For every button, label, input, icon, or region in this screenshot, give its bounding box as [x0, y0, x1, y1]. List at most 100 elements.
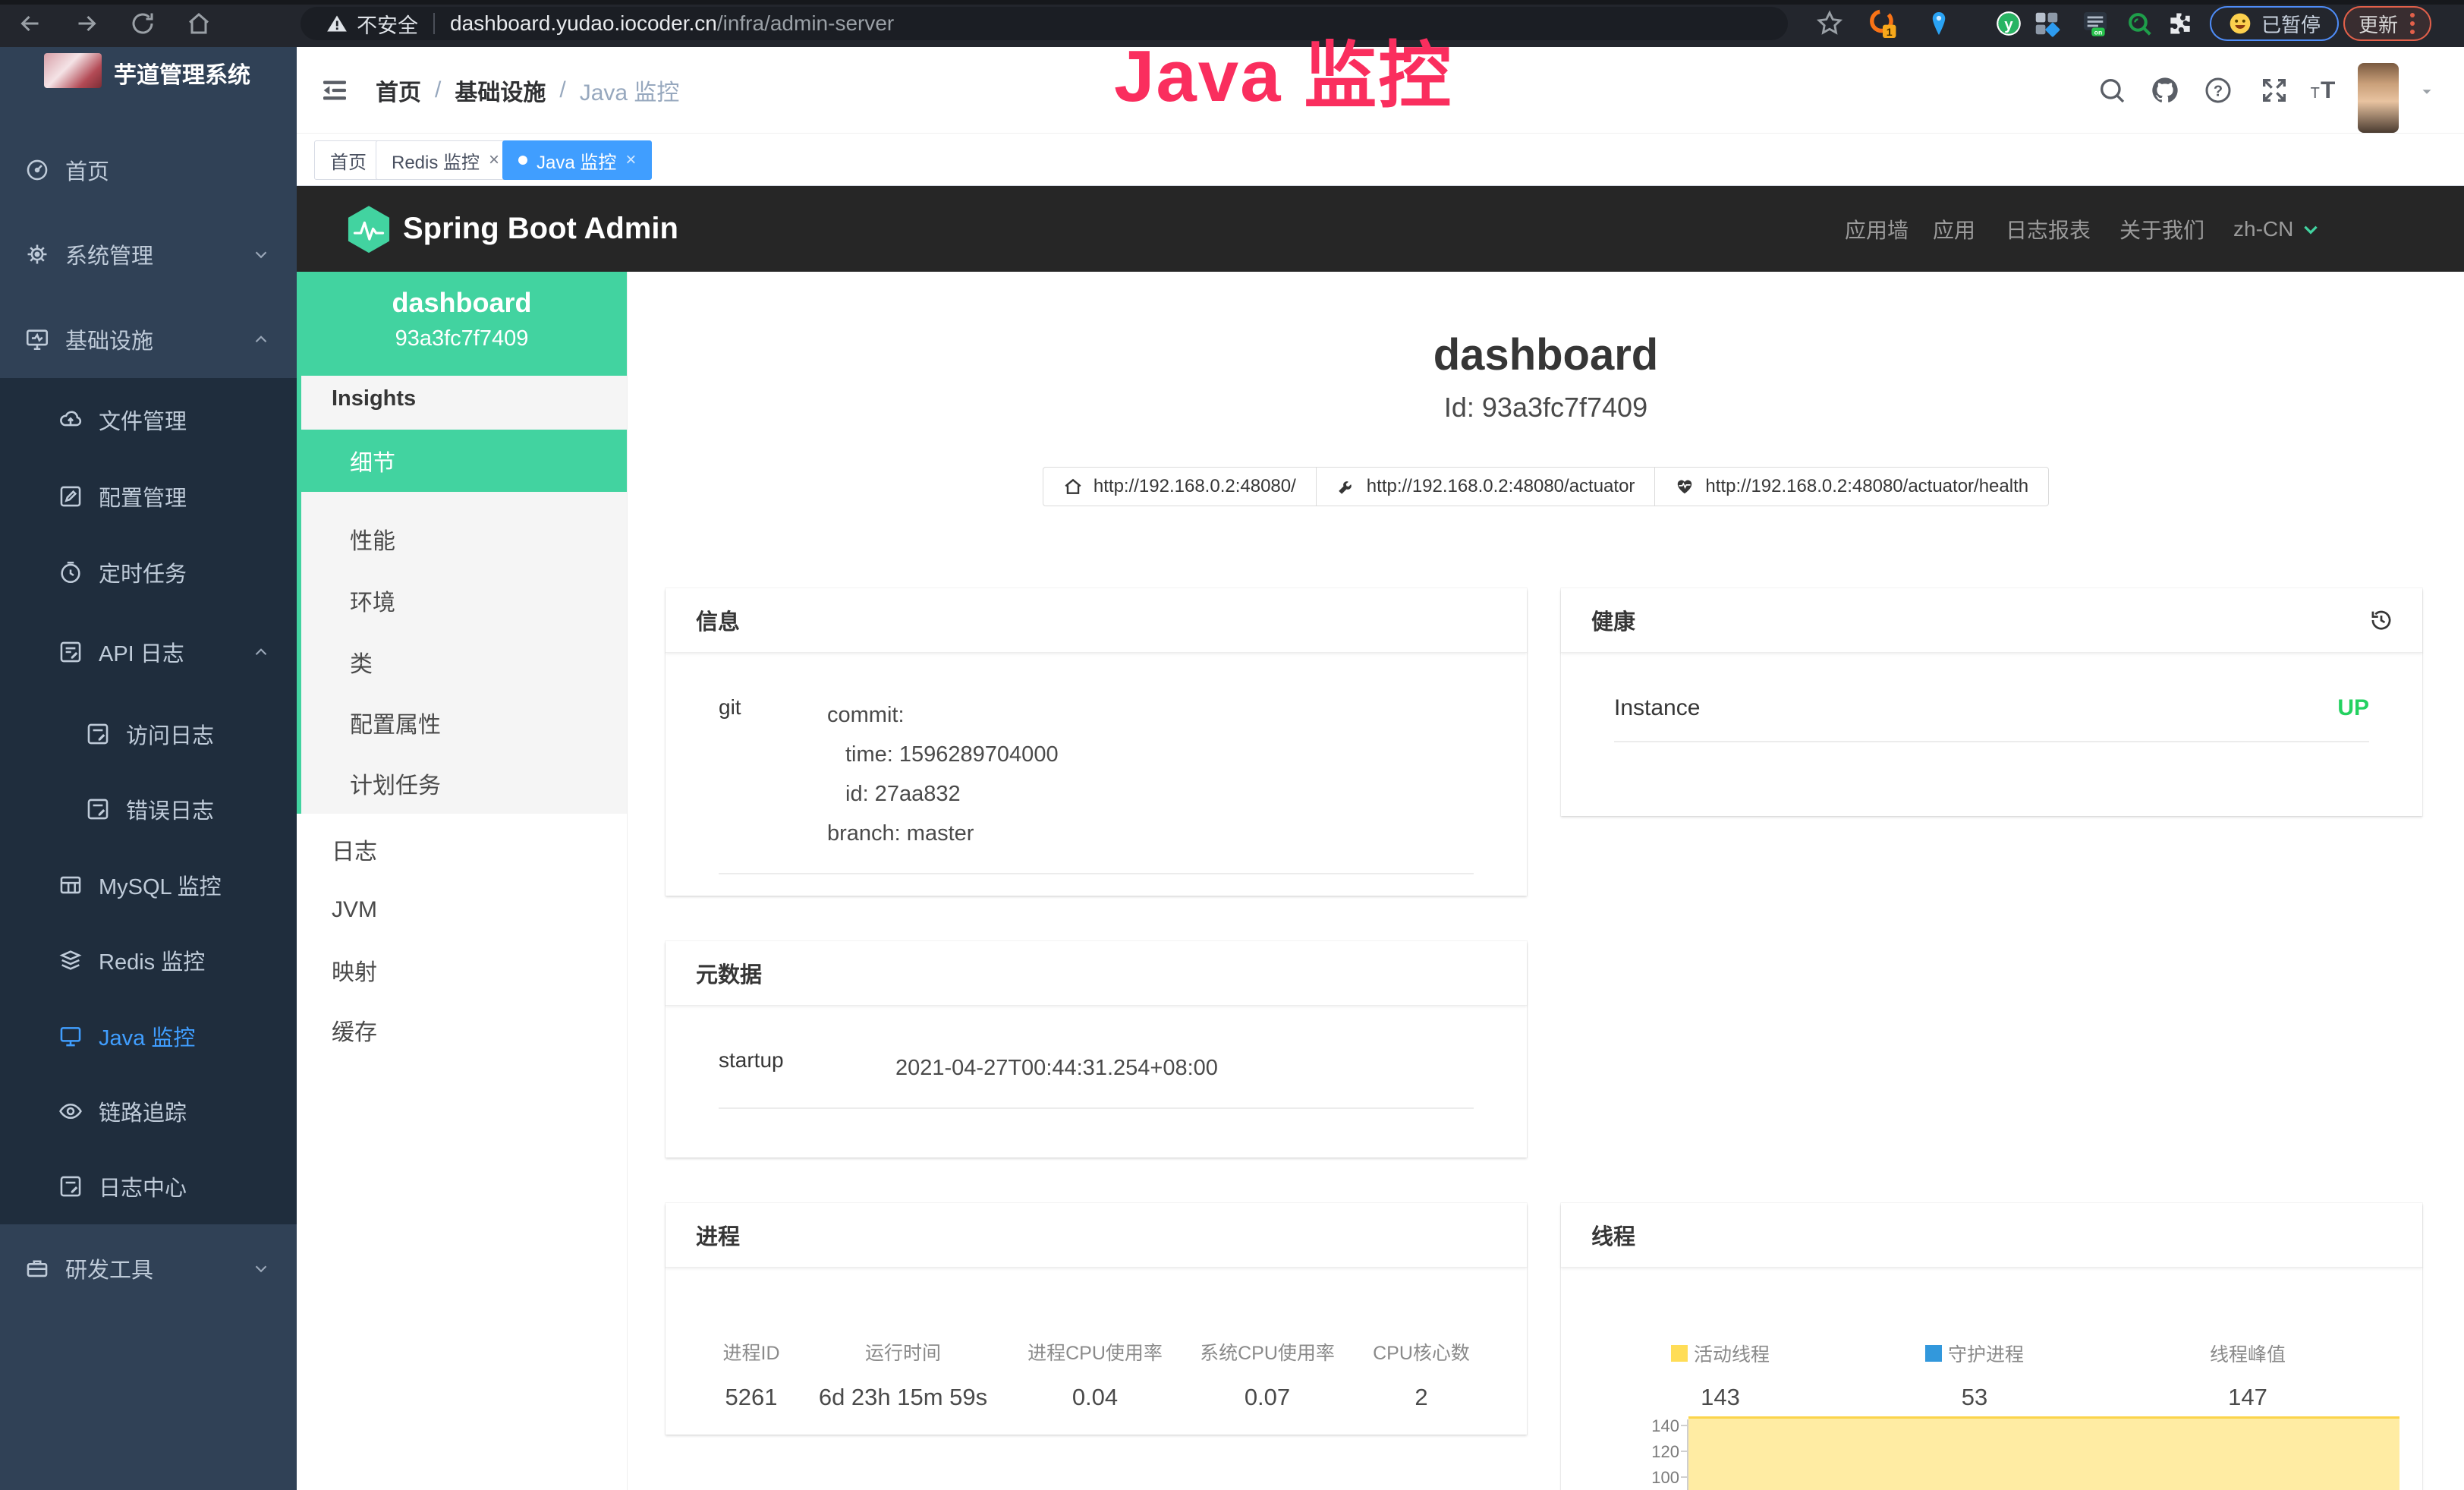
paused-extension-button[interactable]: 已暂停: [2210, 6, 2339, 41]
sba-nav-wall[interactable]: 应用墙: [1845, 186, 1909, 272]
extension-icon-pin[interactable]: [1924, 9, 1953, 38]
browser-home-icon[interactable]: [185, 10, 212, 37]
browser-back-icon[interactable]: [17, 10, 44, 37]
doc-edit-icon: [85, 796, 111, 822]
sidebar-item-access-logs[interactable]: 访问日志: [0, 696, 297, 772]
extension-icon-grid[interactable]: [2032, 9, 2061, 38]
menu-item-scheduled[interactable]: 计划任务: [301, 753, 627, 814]
monitor-stats-icon: [24, 326, 50, 352]
metadata-startup-row: startup 2021-04-27T00:44:31.254+08:00: [719, 1048, 1474, 1109]
sidebar-item-dev-tools[interactable]: 研发工具: [0, 1230, 297, 1306]
svg-text:1: 1: [1887, 27, 1893, 38]
menu-item-caches[interactable]: 缓存: [297, 1000, 627, 1060]
search-icon[interactable]: [2097, 75, 2127, 106]
sidebar-item-error-logs[interactable]: 错误日志: [0, 771, 297, 847]
sidebar-logo[interactable]: 芋道管理系统: [0, 47, 297, 138]
svg-text:on: on: [2094, 28, 2103, 36]
briefcase-icon: [24, 1255, 50, 1281]
sidebar-item-tracing[interactable]: 链路追踪: [0, 1073, 297, 1149]
github-icon[interactable]: [2150, 75, 2180, 106]
svg-text:T: T: [2311, 85, 2320, 102]
health-instance-row[interactable]: Instance UP: [1614, 695, 2369, 742]
tab-home[interactable]: 首页: [314, 140, 382, 180]
tab-redis-monitor[interactable]: Redis 监控 ×: [376, 140, 515, 180]
threads-card-header: 线程: [1561, 1203, 2422, 1268]
sidebar-item-home[interactable]: 首页: [0, 132, 297, 208]
sba-nav-journal[interactable]: 日志报表: [2006, 186, 2091, 272]
address-bar[interactable]: 不安全 dashboard.yudao.iocoder.cn/infra/adm…: [301, 7, 1788, 40]
eye-icon: [58, 1098, 83, 1124]
avatar-caret-icon[interactable]: [2418, 83, 2435, 100]
close-icon[interactable]: ×: [625, 151, 636, 169]
sidebar-item-config-management[interactable]: 配置管理: [0, 458, 297, 534]
browser-forward-icon[interactable]: [73, 10, 100, 37]
threads-area-series: [1688, 1416, 2399, 1490]
omnibox-divider: [433, 13, 435, 34]
insecure-warning-icon[interactable]: [326, 13, 348, 34]
menu-item-performance[interactable]: 性能: [301, 509, 627, 569]
sidebar-item-infrastructure[interactable]: 基础设施: [0, 301, 297, 377]
tab-java-monitor[interactable]: Java 监控 ×: [502, 140, 652, 180]
breadcrumb-home[interactable]: 首页: [376, 74, 421, 107]
process-card-header: 进程: [666, 1203, 1527, 1268]
extension-icon-search-green[interactable]: [2125, 9, 2154, 38]
instance-health-link[interactable]: http://192.168.0.2:48080/actuator/health: [1654, 467, 2049, 506]
extension-icon-1[interactable]: 1: [1868, 9, 1897, 38]
sidebar-item-file-management[interactable]: 文件管理: [0, 382, 297, 458]
sidebar-item-log-center[interactable]: 日志中心: [0, 1148, 297, 1224]
url-text[interactable]: dashboard.yudao.iocoder.cn/infra/admin-s…: [450, 11, 894, 36]
tags-view-bar: 首页 Redis 监控 × Java 监控 ×: [297, 134, 2464, 186]
home-icon: [1063, 477, 1083, 496]
insights-section-label[interactable]: Insights: [332, 386, 416, 411]
menu-item-mappings[interactable]: 映射: [297, 940, 627, 1000]
doc-edit-icon: [58, 639, 83, 665]
sidebar-collapse-icon[interactable]: [319, 75, 350, 106]
menu-item-jvm[interactable]: JVM: [297, 880, 627, 940]
health-card: 健康 Instance UP: [1561, 588, 2422, 816]
user-avatar[interactable]: [2358, 63, 2399, 133]
extension-icon-y[interactable]: y: [1994, 9, 2023, 38]
process-card: 进程 进程ID5261 运行时间6d 23h 15m 59s 进程CPU使用率0…: [666, 1203, 1527, 1435]
menu-item-environment[interactable]: 环境: [301, 570, 627, 631]
menu-item-details[interactable]: 细节: [301, 430, 627, 492]
doc-edit-icon: [58, 1173, 83, 1199]
update-browser-button[interactable]: 更新: [2343, 6, 2431, 41]
sidebar-item-scheduled-tasks[interactable]: 定时任务: [0, 534, 297, 610]
chevron-up-icon: [251, 642, 271, 662]
sidebar-item-mysql-monitor[interactable]: MySQL 监控: [0, 847, 297, 923]
breadcrumb-infrastructure[interactable]: 基础设施: [455, 74, 546, 107]
breadcrumb: 首页 / 基础设施 / Java 监控: [376, 47, 679, 134]
history-icon[interactable]: [2368, 606, 2395, 634]
sidebar-item-api-logs[interactable]: API 日志: [0, 614, 297, 690]
extension-icon-tabs-list[interactable]: on: [2081, 9, 2110, 38]
instance-actuator-link[interactable]: http://192.168.0.2:48080/actuator: [1316, 467, 1656, 506]
sidebar-item-redis-monitor[interactable]: Redis 监控: [0, 922, 297, 998]
sidebar-item-java-monitor[interactable]: Java 监控: [0, 998, 297, 1074]
info-card: 信息 git commit: time: 1596289704000 id: 2…: [666, 588, 1527, 896]
extension-icon-puzzle[interactable]: [2166, 9, 2195, 38]
instance-id: 93a3fc7f7409: [297, 319, 627, 351]
spring-boot-admin-logo[interactable]: [347, 205, 391, 254]
font-size-icon[interactable]: TT: [2309, 75, 2340, 106]
security-label[interactable]: 不安全: [357, 9, 418, 39]
bookmark-star-icon[interactable]: [1815, 9, 1844, 38]
menu-item-config-props[interactable]: 配置属性: [301, 692, 627, 753]
close-icon[interactable]: ×: [489, 151, 499, 169]
instance-header[interactable]: dashboard 93a3fc7f7409: [297, 272, 627, 376]
menu-item-logs[interactable]: 日志: [297, 819, 627, 880]
svg-text:?: ?: [2214, 83, 2223, 100]
instance-name: dashboard: [297, 272, 627, 319]
browser-menu-kebab-icon[interactable]: [2409, 11, 2416, 36]
fullscreen-icon[interactable]: [2259, 75, 2289, 106]
sba-language-select[interactable]: zh-CN: [2233, 186, 2321, 272]
sba-brand-title[interactable]: Spring Boot Admin: [403, 186, 678, 272]
sba-navbar: Spring Boot Admin 应用墙 应用 日志报表 关于我们 zh-CN: [297, 186, 2464, 272]
sidebar-item-system[interactable]: 系统管理: [0, 216, 297, 292]
instance-home-link[interactable]: http://192.168.0.2:48080/: [1043, 467, 1317, 506]
sba-nav-about[interactable]: 关于我们: [2119, 186, 2204, 272]
active-tab-dot: [518, 156, 527, 165]
browser-reload-icon[interactable]: [129, 10, 156, 37]
menu-item-classes[interactable]: 类: [301, 632, 627, 692]
help-icon[interactable]: ?: [2203, 75, 2233, 106]
sba-nav-applications[interactable]: 应用: [1933, 186, 1975, 272]
